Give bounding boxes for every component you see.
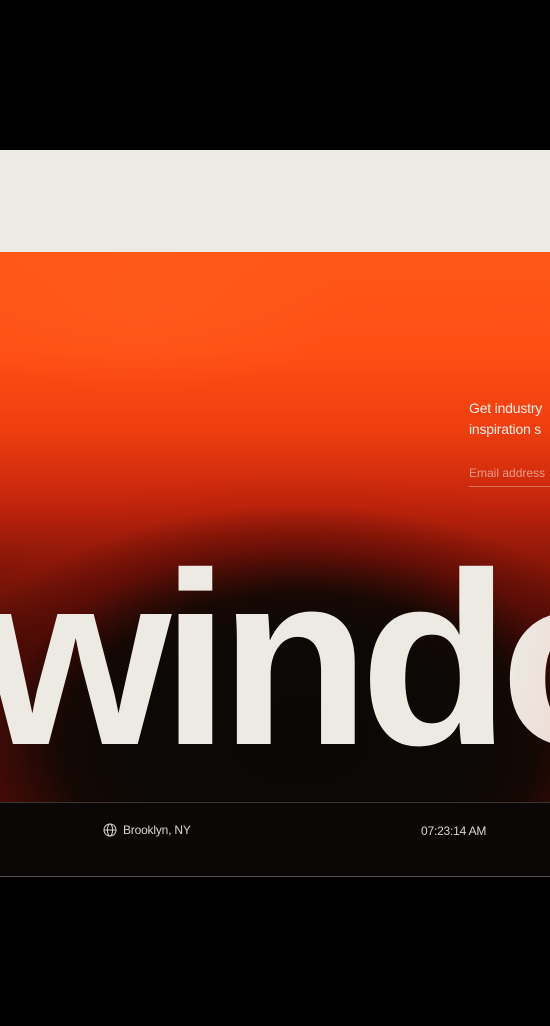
globe-icon	[103, 823, 117, 837]
bottom-letterbox	[0, 877, 550, 1026]
newsletter-signup: Get industry inspiration s	[469, 398, 550, 487]
location-info: Brooklyn, NY	[103, 823, 191, 837]
top-letterbox	[0, 0, 550, 150]
email-field[interactable]	[469, 460, 550, 487]
location-label: Brooklyn, NY	[123, 823, 191, 837]
signup-line-2: inspiration s	[469, 421, 542, 437]
footer-bar: Brooklyn, NY 07:23:14 AM	[0, 802, 550, 877]
local-time: 07:23:14 AM	[421, 824, 487, 838]
hero-wordmark: window	[0, 537, 550, 783]
hero-section: Get industry inspiration s window	[0, 252, 550, 802]
signup-line-1: Get industry	[469, 400, 543, 416]
header-bar	[0, 150, 550, 252]
